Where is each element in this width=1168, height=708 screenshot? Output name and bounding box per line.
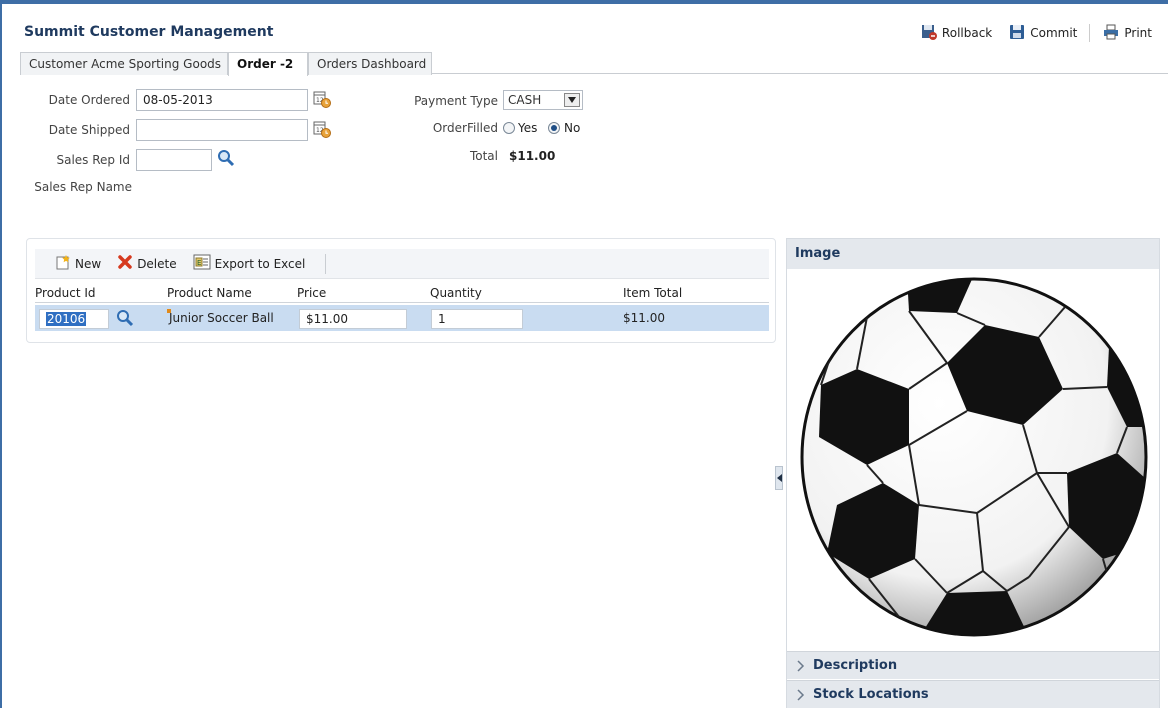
tab-orders-dashboard[interactable]: Orders Dashboard: [308, 52, 432, 75]
chevron-right-icon: [797, 688, 805, 701]
product-toolbar: New Delete E Export to Excel: [35, 249, 769, 279]
commit-button[interactable]: Commit: [1000, 22, 1085, 44]
collapse-left-icon: [776, 474, 782, 482]
sales-rep-id-label: Sales Rep Id: [56, 153, 130, 167]
chevron-down-icon: [564, 93, 580, 107]
print-label: Print: [1124, 26, 1152, 40]
delete-label: Delete: [137, 256, 177, 271]
export-to-excel-button[interactable]: E Export to Excel: [193, 254, 306, 273]
column-header-price[interactable]: Price: [297, 286, 326, 300]
app-title: Summit Customer Management: [24, 24, 274, 40]
delete-icon: [117, 254, 133, 273]
rollback-label: Rollback: [941, 26, 993, 40]
payment-type-label: Payment Type: [414, 94, 498, 108]
toolbar-separator: [1089, 24, 1091, 42]
product-search-icon[interactable]: [115, 308, 135, 328]
column-header-item-total[interactable]: Item Total: [623, 286, 682, 300]
product-id-field[interactable]: 20106: [39, 309, 109, 329]
print-button[interactable]: Print: [1094, 22, 1160, 44]
description-accordion[interactable]: Description: [787, 651, 1159, 679]
date-ordered-field[interactable]: 08-05-2013: [136, 89, 308, 111]
grid-header-divider: [35, 302, 769, 303]
new-label: New: [75, 256, 102, 271]
delete-button[interactable]: Delete: [117, 254, 177, 273]
soccer-ball-image: [800, 277, 1148, 637]
order-filled-no-radio[interactable]: [548, 122, 560, 134]
sales-rep-id-field[interactable]: [136, 149, 212, 171]
table-row[interactable]: 20106 Junior Soccer Ball $11.00 1 $11.00: [35, 305, 769, 331]
stock-locations-label: Stock Locations: [813, 687, 929, 702]
commit-icon: [1008, 23, 1026, 44]
description-label: Description: [813, 658, 898, 673]
quantity-field[interactable]: 1: [431, 309, 523, 329]
new-icon: [55, 254, 71, 273]
image-panel: Image Description Stock Locations: [786, 238, 1160, 708]
product-panel: New Delete E Export to Excel Product Id …: [26, 238, 776, 343]
item-total-value: $11.00: [623, 311, 665, 325]
date-shipped-label: Date Shipped: [48, 123, 130, 137]
total-value: $11.00: [509, 149, 556, 163]
tab-order[interactable]: Order -2: [228, 52, 308, 76]
export-label: Export to Excel: [214, 256, 306, 271]
commit-label: Commit: [1030, 26, 1078, 40]
panel-splitter-toggle[interactable]: [775, 466, 783, 490]
order-filled-yes-label: Yes: [518, 121, 538, 135]
product-id-value: 20106: [46, 312, 87, 326]
column-header-product-id[interactable]: Product Id: [35, 286, 96, 300]
print-icon: [1102, 23, 1120, 44]
excel-icon: E: [193, 254, 211, 273]
date-shipped-calendar-icon[interactable]: 12: [312, 119, 332, 139]
total-label: Total: [469, 149, 498, 163]
tab-customer[interactable]: Customer Acme Sporting Goods: [20, 52, 228, 75]
new-button[interactable]: New: [55, 254, 101, 273]
date-shipped-field[interactable]: [136, 119, 308, 141]
product-name-value: Junior Soccer Ball: [169, 311, 274, 325]
toolbar-separator: [325, 253, 327, 274]
rollback-button[interactable]: Rollback: [912, 22, 1000, 44]
date-ordered-calendar-icon[interactable]: 12: [312, 89, 332, 109]
order-filled-label: OrderFilled: [432, 121, 498, 135]
order-filled-yes-radio[interactable]: [503, 122, 515, 134]
date-ordered-label: Date Ordered: [48, 93, 130, 107]
price-field[interactable]: $11.00: [299, 309, 407, 329]
column-header-product-name[interactable]: Product Name: [167, 286, 252, 300]
tab-bar: Customer Acme Sporting Goods Order -2 Or…: [20, 50, 1168, 76]
order-filled-no-label: No: [564, 121, 581, 135]
image-panel-header[interactable]: Image: [787, 239, 1159, 269]
sales-rep-name-label: Sales Rep Name: [34, 180, 132, 194]
rollback-icon: [920, 23, 938, 44]
chevron-right-icon: [797, 659, 805, 672]
main-toolbar: Rollback Commit Print: [912, 22, 1160, 44]
column-header-quantity[interactable]: Quantity: [430, 286, 482, 300]
payment-type-select[interactable]: CASH: [503, 90, 583, 110]
stock-locations-accordion[interactable]: Stock Locations: [787, 680, 1159, 708]
svg-text:E: E: [197, 259, 201, 267]
sales-rep-search-icon[interactable]: [216, 148, 236, 168]
payment-type-value: CASH: [508, 93, 542, 107]
